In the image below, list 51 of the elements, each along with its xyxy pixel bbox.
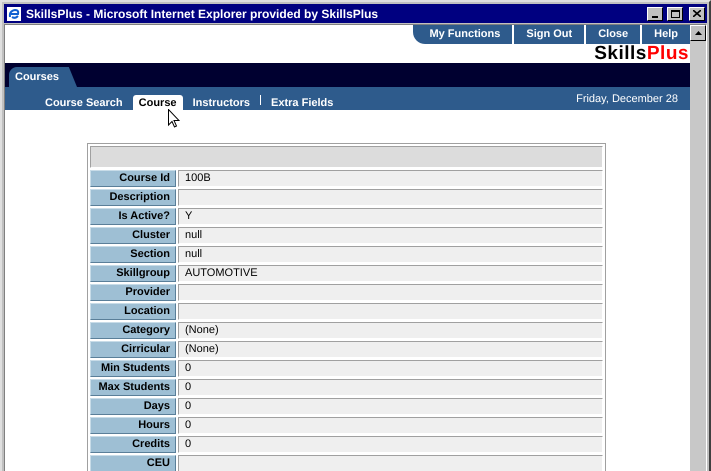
field-value: 0 [178, 379, 603, 396]
field-label: Location [90, 303, 176, 320]
field-value: 100B [178, 170, 603, 187]
close-button[interactable] [689, 6, 705, 20]
up-arrow-icon [694, 31, 702, 35]
nav-link[interactable]: My Functions [413, 25, 512, 44]
minimize-icon [652, 16, 658, 18]
field-value: Y [178, 208, 603, 225]
field-label: Hours [90, 417, 176, 434]
logo: SkillsPlus [594, 44, 689, 63]
field-value: (None) [178, 322, 603, 339]
field-label: Min Students [90, 360, 176, 377]
date-label: Friday, December 28 [576, 92, 678, 107]
field-label: Description [90, 189, 176, 206]
field-value: 0 [178, 398, 603, 415]
maximize-button[interactable] [667, 6, 683, 20]
field-label: Cirricular [90, 341, 176, 358]
close-icon [693, 10, 701, 17]
sub-tab[interactable]: Instructors [184, 95, 258, 110]
field-label: Provider [90, 284, 176, 301]
field-value: 0 [178, 436, 603, 453]
cursor-icon [168, 109, 180, 128]
field-label: Credits [90, 436, 176, 453]
field-label: CEU [90, 455, 176, 471]
field-label: Max Students [90, 379, 176, 396]
field-label: Category [90, 322, 176, 339]
field-label: Days [90, 398, 176, 415]
scroll-up-button[interactable] [690, 25, 706, 41]
field-label: Section [90, 246, 176, 263]
field-label: Course Id [90, 170, 176, 187]
field-value: null [178, 227, 603, 244]
sub-tab[interactable]: Course Search [37, 95, 131, 110]
minimize-button[interactable] [647, 6, 663, 20]
sub-tab[interactable]: Course [132, 95, 183, 110]
field-label: Is Active? [90, 208, 176, 225]
maximize-icon [670, 10, 680, 18]
scrollbar[interactable] [690, 25, 706, 471]
nav-link[interactable]: Sign Out [514, 25, 584, 44]
browser-icon [6, 6, 22, 22]
field-value: AUTOMOTIVE [178, 265, 603, 282]
field-label: Cluster [90, 227, 176, 244]
section-tab[interactable]: Courses [9, 67, 77, 87]
nav-link[interactable]: Close [586, 25, 640, 44]
field-value: (None) [178, 341, 603, 358]
field-label: Skillgroup [90, 265, 176, 282]
field-value: 0 [178, 360, 603, 377]
field-value: 0 [178, 417, 603, 434]
window-title: SkillsPlus - Microsoft Internet Explorer provided by SkillsPlus [26, 6, 380, 22]
field-value: null [178, 246, 603, 263]
sub-tab[interactable]: Extra Fields [263, 95, 342, 110]
nav-link[interactable]: Help [642, 25, 690, 44]
